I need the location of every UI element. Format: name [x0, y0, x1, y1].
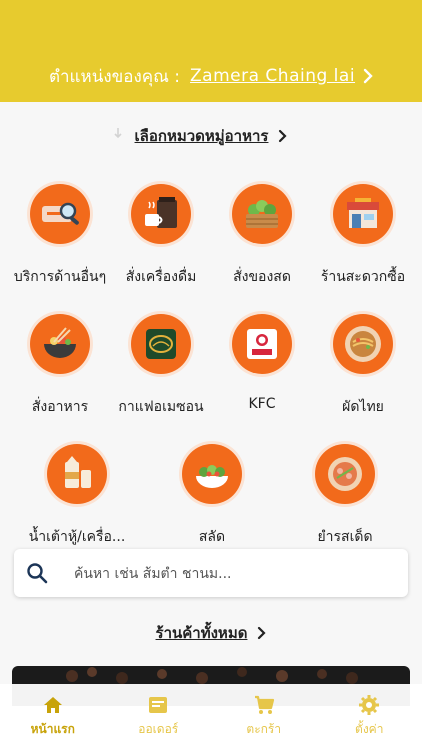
- category-label: สลัด: [198, 529, 226, 545]
- chevron-right-icon: [279, 129, 288, 143]
- category-label: ยำรสเด็ด: [317, 529, 373, 545]
- search-bar[interactable]: [14, 549, 408, 597]
- category-convenience-store[interactable]: ร้านสะดวกซื้อ: [310, 184, 416, 288]
- tab-label: ตั้งค่า: [355, 722, 384, 736]
- hand-pointer-icon: [114, 128, 122, 139]
- search-input[interactable]: [72, 559, 396, 589]
- category-fresh-produce[interactable]: สั่งของสด: [209, 184, 315, 288]
- stores-section-header[interactable]: ร้านค้าทั้งหมด: [0, 621, 422, 645]
- category-label: สั่งอาหาร: [31, 399, 89, 415]
- category-label: กาแฟอเมซอน: [118, 399, 204, 415]
- chevron-right-icon: [258, 626, 267, 640]
- category-label: ร้านสะดวกซื้อ: [320, 269, 406, 285]
- home-icon: [43, 697, 62, 713]
- tab-orders[interactable]: ออเดอร์: [106, 684, 212, 750]
- drinks-icon: [131, 184, 191, 244]
- category-order-food[interactable]: สั่งอาหาร: [7, 314, 113, 418]
- category-other-services[interactable]: บริการด้านอื่นๆ: [7, 184, 113, 288]
- category-label: น้ำเต้าหู้/เครื่อ...: [28, 529, 126, 545]
- category-label: บริการด้านอื่นๆ: [13, 269, 107, 285]
- category-label: สั่งของสด: [233, 269, 291, 285]
- location-label: ตำแหน่งของคุณ :: [48, 66, 181, 87]
- location-selector[interactable]: ตำแหน่งของคุณ : Zamera Chaing lai: [0, 62, 422, 90]
- tab-home[interactable]: หน้าแรก: [0, 684, 106, 750]
- category-padthai[interactable]: ผัดไทย: [310, 314, 416, 418]
- search-service-icon: [30, 184, 90, 244]
- category-salad[interactable]: สลัด: [159, 444, 265, 548]
- cart-icon: [254, 695, 274, 714]
- chevron-right-icon: [363, 68, 373, 84]
- category-spicy-salad[interactable]: ยำรสเด็ด: [292, 444, 398, 548]
- tab-label: หน้าแรก: [30, 722, 75, 736]
- spicy-salad-icon: [315, 444, 375, 504]
- category-drinks[interactable]: สั่งเครื่องดื่ม: [108, 184, 214, 288]
- tab-cart[interactable]: ตะกร้า: [211, 684, 317, 750]
- categories-section-title: เลือกหมวดหมู่อาหาร: [134, 127, 269, 145]
- tab-label: ออเดอร์: [138, 722, 179, 736]
- orders-icon: [149, 697, 168, 713]
- category-amazon-coffee[interactable]: กาแฟอเมซอน: [108, 314, 214, 418]
- tab-settings[interactable]: ตั้งค่า: [317, 684, 422, 750]
- amazon-coffee-icon: [131, 314, 191, 374]
- category-label: KFC: [248, 396, 276, 412]
- tab-label: ตะกร้า: [246, 722, 282, 736]
- stores-section-title: ร้านค้าทั้งหมด: [155, 624, 248, 642]
- categories-section-header[interactable]: เลือกหมวดหมู่อาหาร: [0, 124, 422, 148]
- gear-icon: [359, 695, 380, 715]
- header-bar: ตำแหน่งของคุณ : Zamera Chaing lai: [0, 0, 422, 102]
- padthai-icon: [333, 314, 393, 374]
- category-label: ผัดไทย: [342, 399, 384, 415]
- bottom-tab-bar: หน้าแรก ออเดอร์ ตะกร้า ตั้งค่า: [0, 684, 422, 750]
- soy-milk-icon: [47, 444, 107, 504]
- fresh-produce-icon: [232, 184, 292, 244]
- category-label: สั่งเครื่องดื่ม: [125, 269, 197, 285]
- salad-icon: [182, 444, 242, 504]
- search-icon: [27, 563, 48, 584]
- category-soy-milk[interactable]: น้ำเต้าหู้/เครื่อ...: [24, 444, 130, 548]
- kfc-icon: [232, 314, 292, 374]
- food-bowl-icon: [30, 314, 90, 374]
- location-value[interactable]: Zamera Chaing lai: [190, 66, 355, 86]
- category-kfc[interactable]: KFC: [209, 314, 315, 412]
- convenience-store-icon: [333, 184, 393, 244]
